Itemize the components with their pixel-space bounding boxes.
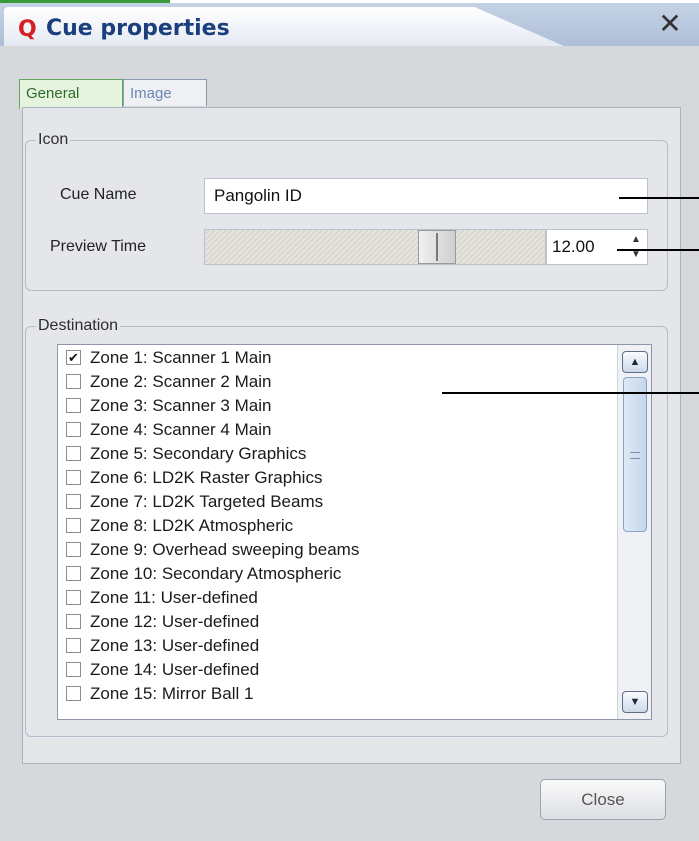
title-tab: Q Cue properties — [4, 7, 564, 46]
zone-checkbox[interactable] — [66, 686, 81, 701]
scroll-up-icon[interactable]: ▲ — [622, 351, 648, 373]
zone-checkbox[interactable] — [66, 446, 81, 461]
preview-time-slider[interactable] — [204, 229, 546, 265]
preview-time-value: 12.00 — [552, 237, 595, 256]
app-logo-icon: Q — [18, 17, 37, 42]
zone-list-scrollbar[interactable]: ▲ ▼ — [617, 345, 651, 719]
callout-line-destination — [442, 392, 699, 394]
zone-checkbox[interactable] — [66, 494, 81, 509]
spin-up-icon[interactable]: ▲ — [627, 232, 645, 247]
grip-icon — [630, 452, 640, 459]
preview-time-spinbox[interactable]: 12.00 ▲ ▼ — [546, 229, 648, 265]
scroll-down-icon[interactable]: ▼ — [622, 691, 648, 713]
zone-checkbox[interactable] — [66, 542, 81, 557]
tab-image[interactable]: Image — [123, 79, 207, 106]
destination-zone-list[interactable]: ✔ Zone 1: Scanner 1 Main Zone 2: Scanner… — [57, 344, 652, 720]
zone-checkbox[interactable] — [66, 662, 81, 677]
zone-checkbox[interactable] — [66, 566, 81, 581]
icon-group-legend: Icon — [38, 131, 69, 148]
zone-checkbox[interactable] — [66, 590, 81, 605]
tab-general[interactable]: General — [19, 79, 123, 109]
cue-name-label: Cue Name — [60, 186, 137, 203]
callout-line-cue-name — [619, 197, 699, 199]
close-window-icon[interactable]: ✕ — [655, 9, 685, 39]
zone-checkbox[interactable]: ✔ — [66, 350, 81, 365]
zone-checkbox[interactable] — [66, 422, 81, 437]
zone-checkbox[interactable] — [66, 614, 81, 629]
preview-time-slider-thumb[interactable] — [418, 230, 456, 264]
close-button[interactable]: Close — [540, 779, 666, 820]
title-bar: Q Cue properties ✕ — [0, 3, 699, 46]
zone-checkbox[interactable] — [66, 638, 81, 653]
dialog-title: Cue properties — [46, 16, 230, 41]
preview-time-label: Preview Time — [50, 238, 147, 255]
zone-checkbox[interactable] — [66, 470, 81, 485]
destination-group-legend: Destination — [38, 317, 119, 334]
zone-checkbox[interactable] — [66, 518, 81, 533]
callout-line-preview-time — [617, 249, 699, 251]
zone-checkbox[interactable] — [66, 398, 81, 413]
zone-checkbox[interactable] — [66, 374, 81, 389]
cue-name-input[interactable] — [204, 178, 648, 214]
scrollbar-thumb[interactable] — [623, 377, 647, 532]
